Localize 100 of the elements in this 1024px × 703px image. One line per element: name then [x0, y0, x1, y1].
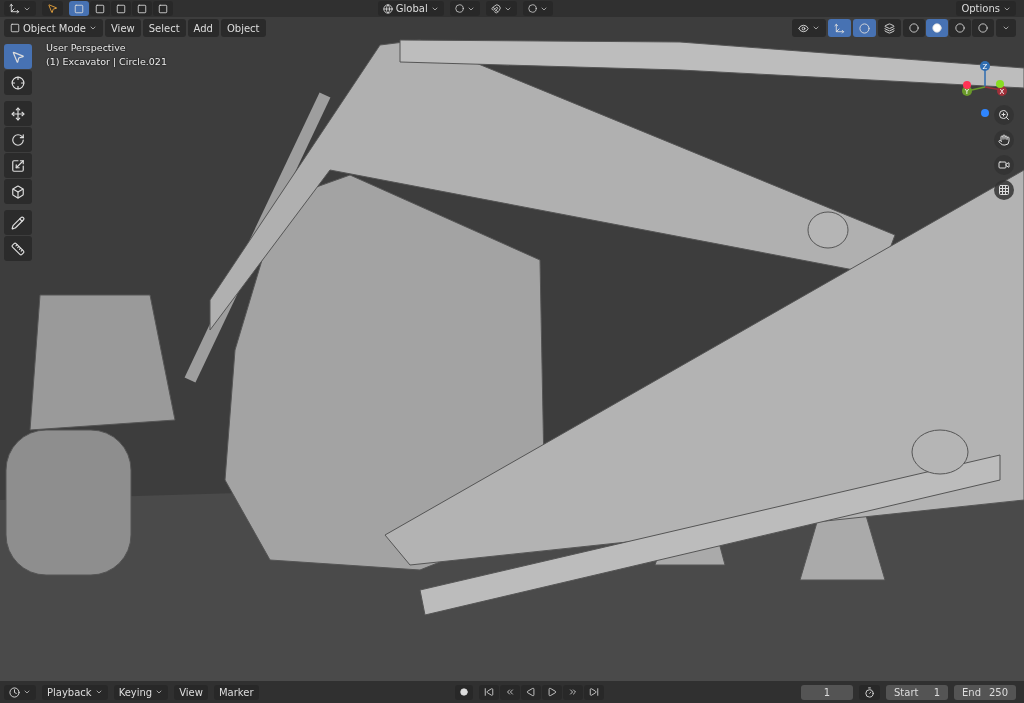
camera-icon [998, 159, 1010, 171]
axes-icon [9, 3, 20, 14]
sphere-icon [978, 23, 988, 33]
visibility-dropdown[interactable] [792, 19, 826, 37]
layers-icon [884, 22, 895, 34]
shading-mode-button[interactable] [926, 19, 948, 37]
pencil-icon [11, 215, 25, 230]
hand-icon [998, 134, 1010, 146]
measure-tool-button[interactable] [4, 236, 32, 261]
square-icon [158, 3, 168, 14]
circle-icon [527, 4, 537, 13]
circle-icon [859, 22, 870, 34]
select-tool-button[interactable] [4, 44, 32, 69]
caret-icon [1002, 24, 1010, 32]
eye-icon [798, 22, 809, 34]
editor-type-button[interactable] [4, 1, 36, 16]
xray-toggle[interactable] [878, 19, 901, 37]
pin-drawing [911, 429, 969, 475]
camera-button[interactable] [994, 155, 1014, 175]
caret-icon [89, 24, 97, 32]
stopwatch-button[interactable] [859, 684, 880, 700]
annotate-tool-button[interactable] [4, 210, 32, 235]
menu-item[interactable]: Playback [42, 684, 108, 700]
shading-mode-button[interactable] [972, 19, 994, 37]
start-frame-field[interactable]: Start 1 [886, 684, 948, 700]
menu-item[interactable]: View [105, 19, 141, 37]
menu-item[interactable]: Marker [213, 684, 259, 700]
cursor-tool-button[interactable] [4, 70, 32, 95]
move-tool-button[interactable] [4, 101, 32, 126]
view-label: User Perspective [46, 42, 127, 53]
clock-icon [9, 686, 20, 698]
pointer-icon [47, 3, 58, 14]
select-mode-button[interactable] [132, 1, 152, 16]
orientation-dropdown[interactable]: Global [377, 1, 444, 16]
menu-item[interactable]: Add [187, 19, 219, 37]
shading-mode-button[interactable] [949, 19, 971, 37]
snap-button[interactable] [485, 1, 517, 16]
sphere-icon [932, 23, 942, 33]
crosshair-icon [11, 75, 25, 90]
gizmo-toggle[interactable] [828, 19, 851, 37]
scale-icon [11, 158, 25, 173]
double-chevron-icon [568, 687, 579, 697]
square-icon [137, 3, 147, 14]
jump-end-button[interactable] [584, 684, 605, 700]
scale-tool-button[interactable] [4, 153, 32, 178]
pan-button[interactable] [994, 130, 1014, 150]
pin-drawing [807, 211, 849, 249]
double-chevron-icon [505, 687, 516, 697]
square-icon [95, 3, 105, 14]
skip-back-icon [484, 687, 495, 697]
next-keyframe-button[interactable] [563, 684, 584, 700]
overlay-toggle[interactable] [853, 19, 876, 37]
play-button[interactable] [542, 684, 563, 700]
end-frame-field[interactable]: End 250 [954, 684, 1016, 700]
caret-icon [23, 688, 31, 696]
caret-icon [155, 688, 164, 696]
square-icon [10, 23, 20, 33]
grid-button[interactable] [994, 180, 1014, 200]
select-mode-button[interactable] [153, 1, 173, 16]
shading-mode-button[interactable] [903, 19, 925, 37]
caret-icon [812, 24, 820, 32]
globe-icon [382, 3, 393, 14]
editor-type-button[interactable] [4, 684, 36, 700]
options-dropdown[interactable]: Options [956, 1, 1016, 16]
zoom-icon [998, 109, 1010, 121]
cube-icon [11, 184, 25, 199]
record-button[interactable] [455, 684, 474, 700]
magnet-icon [490, 3, 501, 14]
sphere-icon [909, 23, 919, 33]
select-mode-button[interactable] [111, 1, 131, 16]
mode-dropdown[interactable]: Object Mode [4, 19, 103, 37]
menu-item[interactable]: View [174, 684, 208, 700]
ruler-icon [11, 241, 25, 256]
select-mode-button[interactable] [69, 1, 89, 16]
circle-icon [454, 4, 464, 13]
play-icon [547, 687, 558, 697]
sphere-icon [955, 23, 965, 33]
reverse-play-icon [526, 687, 537, 697]
transform-tool-button[interactable] [4, 179, 32, 204]
select-mode-button[interactable] [90, 1, 110, 16]
menu-item[interactable]: Keying [113, 684, 169, 700]
square-icon [74, 3, 84, 14]
stopwatch-icon [864, 686, 875, 698]
play-reverse-button[interactable] [521, 684, 542, 700]
tool-button[interactable] [42, 1, 63, 16]
menu-item[interactable]: Object [220, 19, 266, 37]
jump-start-button[interactable] [479, 684, 500, 700]
object-label: (1) Excavator | Circle.021 [46, 56, 167, 67]
rotate-tool-button[interactable] [4, 127, 32, 152]
pivot-dropdown[interactable] [449, 1, 480, 16]
grid-icon [998, 184, 1010, 196]
move-arrows-icon [11, 106, 25, 121]
axes-icon [834, 22, 845, 34]
menu-item[interactable]: Select [142, 19, 186, 37]
current-frame-field[interactable]: 1 [801, 684, 853, 700]
prev-keyframe-button[interactable] [500, 684, 521, 700]
dot-icon [460, 688, 469, 696]
zoom-button[interactable] [994, 105, 1014, 125]
proportional-edit-button[interactable] [522, 1, 553, 16]
pointer-icon [11, 49, 25, 64]
